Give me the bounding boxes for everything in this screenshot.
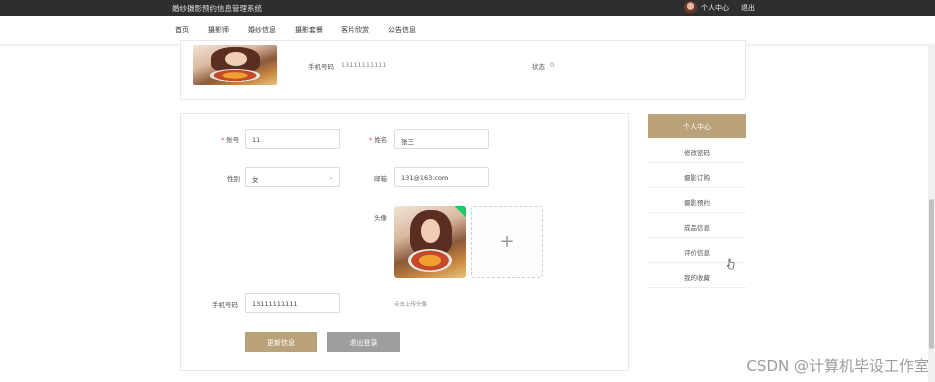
avatar-label: 头像 [374, 214, 387, 222]
check-corner-icon [454, 206, 466, 219]
gender-select[interactable]: 女 ⌄ [245, 167, 340, 187]
account-input[interactable]: 11 [245, 129, 340, 149]
logout-link[interactable]: 退出 [741, 3, 755, 13]
top-bar: 婚纱摄影预约信息管理系统 个人中心 退出 [0, 0, 935, 16]
summary-status-label: 状态 [532, 63, 545, 71]
avatar-upload-button[interactable]: + [471, 206, 543, 278]
side-menu-item-orders[interactable]: 摄影订购 [648, 163, 746, 188]
gender-label: 性别 [227, 175, 240, 183]
logout-button[interactable]: 退出登录 [327, 332, 400, 352]
avatar-hint: 点击上传头像 [394, 302, 428, 308]
nav-item-client-photos[interactable]: 客片欣赏 [341, 25, 369, 35]
summary-status-value: 0 [550, 61, 555, 69]
nav-item-home[interactable]: 首页 [175, 25, 189, 35]
name-input[interactable]: 张三 [394, 129, 489, 149]
phone-input[interactable]: 13111111111 [245, 293, 340, 313]
update-info-button[interactable]: 更新信息 [245, 332, 317, 352]
mouse-pointer-icon [727, 258, 735, 270]
summary-phone-value: 13111111111 [341, 61, 387, 69]
email-input[interactable]: 131@163.com [394, 167, 489, 187]
user-center-link[interactable]: 个人中心 [701, 3, 729, 13]
nav-item-packages[interactable]: 摄影套餐 [295, 25, 323, 35]
summary-phone-label: 手机号码 [308, 63, 334, 71]
page-scrollbar[interactable] [928, 44, 935, 382]
scrollbar-thumb[interactable] [929, 199, 934, 349]
profile-form: * 账号 11 * 姓名 张三 性别 女 ⌄ 邮箱 131@163.com 头像 +… [180, 113, 629, 371]
email-label: 邮箱 [374, 175, 387, 183]
nav-item-photographer[interactable]: 摄影师 [208, 25, 229, 35]
avatar-preview[interactable] [394, 206, 466, 278]
side-menu-title[interactable]: 个人中心 [648, 114, 746, 138]
user-area: 个人中心 退出 [684, 1, 755, 14]
nav-item-wedding-dress[interactable]: 婚纱信息 [248, 25, 276, 35]
side-menu-item-products[interactable]: 成品信息 [648, 213, 746, 238]
side-menu-item-appointments[interactable]: 摄影预约 [648, 188, 746, 213]
account-label: * 账号 [221, 136, 240, 144]
side-menu-item-change-password[interactable]: 修改密码 [648, 138, 746, 163]
name-label: * 姓名 [369, 136, 388, 144]
profile-summary-card: 手机号码 13111111111 状态 0 [180, 40, 746, 100]
watermark: CSDN @计算机毕设工作室 [746, 357, 929, 375]
app-title: 婚纱摄影预约信息管理系统 [172, 4, 262, 13]
plus-icon: + [499, 231, 515, 252]
phone-label: 手机号码 [212, 301, 238, 309]
user-avatar-icon[interactable] [684, 1, 697, 14]
nav-item-announcements[interactable]: 公告信息 [388, 25, 416, 35]
profile-photo [193, 45, 277, 85]
gender-select-value: 女 [252, 176, 259, 184]
chevron-down-icon: ⌄ [328, 173, 334, 181]
